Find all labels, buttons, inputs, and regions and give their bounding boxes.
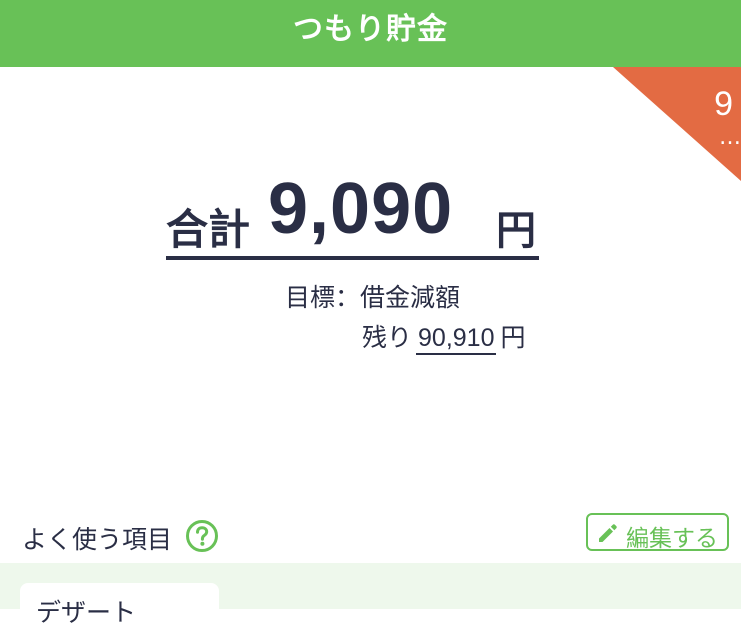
frequent-item-label: デザート xyxy=(36,598,137,627)
help-icon[interactable] xyxy=(185,519,219,553)
edit-button[interactable]: 編集する xyxy=(586,513,729,552)
remaining-amount: 90,910 xyxy=(416,324,497,355)
remaining-label: 残り xyxy=(362,323,413,352)
total-unit: 円 xyxy=(496,208,536,254)
goal-text: 目標：借金減額 xyxy=(285,283,461,312)
frequent-items-title: よく使う項目 xyxy=(22,525,173,554)
corner-badge[interactable]: 9 … xyxy=(613,67,741,181)
frequent-items-area: デザート xyxy=(0,563,741,627)
frequent-item[interactable]: デザート xyxy=(20,583,219,627)
corner-badge-ellipsis: … xyxy=(719,125,741,150)
remaining-unit: 円 xyxy=(500,323,526,352)
total-display: 合計 9,090 円 xyxy=(166,168,539,260)
pencil-icon xyxy=(599,524,617,542)
app-header: つもり貯金 xyxy=(0,0,741,67)
total-amount: 9,090 xyxy=(268,169,454,249)
edit-button-label: 編集する xyxy=(626,526,718,552)
page-title: つもり貯金 xyxy=(293,12,448,47)
total-label: 合計 xyxy=(166,205,251,254)
corner-badge-count: 9 xyxy=(714,85,733,123)
remaining-row: 残り 90,910 円 xyxy=(362,318,526,355)
